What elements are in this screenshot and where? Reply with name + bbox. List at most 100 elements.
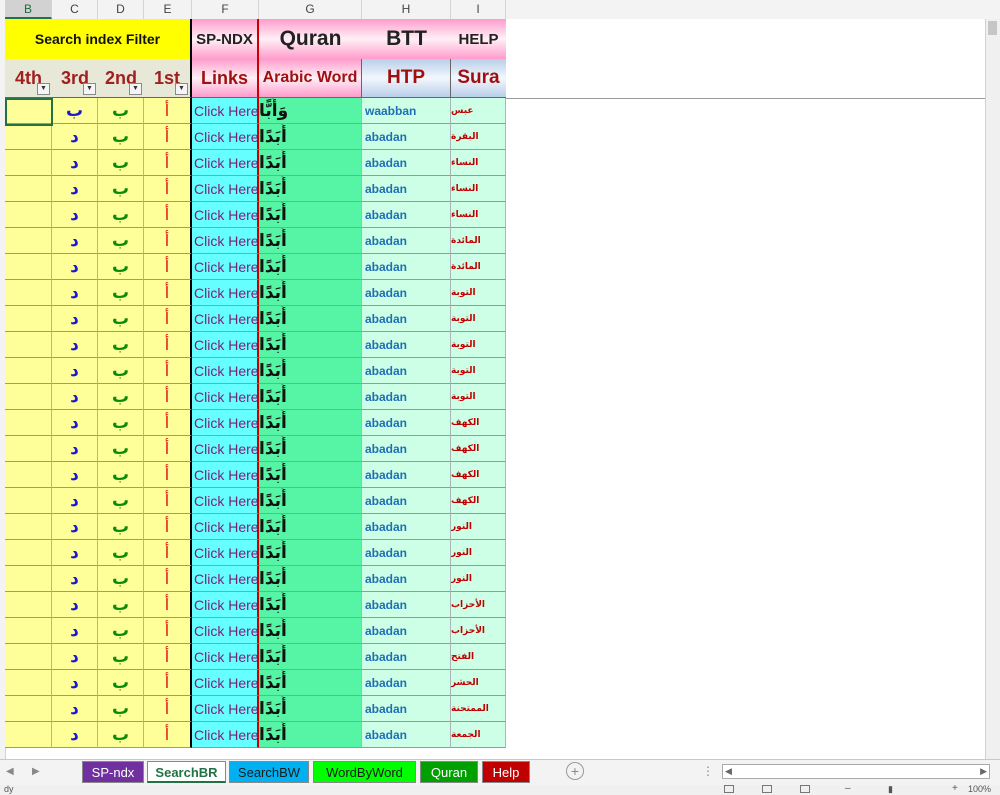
cell-arabic-word[interactable]: أَبَدًا [259,670,362,696]
zoom-in-icon[interactable]: + [952,783,958,794]
page-layout-icon[interactable] [762,785,772,793]
cell-2nd-letter[interactable]: ب [98,540,144,566]
cell-arabic-word[interactable]: أَبَدًا [259,618,362,644]
cell-1st-letter[interactable]: أ [144,540,192,566]
cell-transliteration[interactable]: abadan [362,462,451,488]
cell-3rd-letter[interactable]: د [52,618,98,644]
cell-sura[interactable]: النساء [451,202,506,228]
cell-4th-letter[interactable] [5,540,52,566]
cell-2nd-letter[interactable]: ب [98,124,144,150]
cell-arabic-word[interactable]: أَبَدًا [259,124,362,150]
scrollbar-thumb[interactable] [988,21,997,35]
cell-sura[interactable]: المائدة [451,254,506,280]
cell-4th-letter[interactable] [5,254,52,280]
click-here-link[interactable]: Click Here [192,592,259,618]
cell-4th-letter[interactable] [5,566,52,592]
cell-sura[interactable]: عبس [451,98,506,124]
sp-ndx-link[interactable]: SP-NDX [192,19,259,59]
cell-transliteration[interactable]: abadan [362,280,451,306]
cell-transliteration[interactable]: abadan [362,722,451,748]
cell-transliteration[interactable]: abadan [362,306,451,332]
column-header-c[interactable]: C [52,0,98,19]
cell-4th-letter[interactable] [5,358,52,384]
cell-2nd-letter[interactable]: ب [98,150,144,176]
cell-sura[interactable]: التوبة [451,358,506,384]
vertical-scrollbar[interactable] [985,19,1000,759]
cell-2nd-letter[interactable]: ب [98,384,144,410]
cell-3rd-letter[interactable]: د [52,176,98,202]
cell-arabic-word[interactable]: أَبَدًا [259,514,362,540]
cell-4th-letter[interactable] [5,410,52,436]
cell-arabic-word[interactable]: أَبَدًا [259,306,362,332]
cell-1st-letter[interactable]: أ [144,176,192,202]
cell-transliteration[interactable]: abadan [362,644,451,670]
cell-sura[interactable]: النساء [451,176,506,202]
cell-2nd-letter[interactable]: ب [98,514,144,540]
click-here-link[interactable]: Click Here [192,488,259,514]
cell-arabic-word[interactable]: أَبَدًا [259,332,362,358]
cell-1st-letter[interactable]: أ [144,306,192,332]
cell-transliteration[interactable]: abadan [362,566,451,592]
page-break-preview-icon[interactable] [800,785,810,793]
cell-4th-letter[interactable] [5,592,52,618]
cell-sura[interactable]: الكهف [451,410,506,436]
cell-sura[interactable]: النور [451,514,506,540]
cell-2nd-letter[interactable]: ب [98,670,144,696]
filter-dropdown-icon[interactable]: ▼ [83,83,96,95]
cell-1st-letter[interactable]: أ [144,618,192,644]
click-here-link[interactable]: Click Here [192,696,259,722]
click-here-link[interactable]: Click Here [192,644,259,670]
scroll-left-icon[interactable]: ◀ [725,765,732,778]
cell-arabic-word[interactable]: أَبَدًا [259,358,362,384]
sheet-tab-help[interactable]: Help [482,761,530,783]
horizontal-scrollbar[interactable]: ◀ ▶ [722,764,990,779]
cell-transliteration[interactable]: abadan [362,358,451,384]
cell-2nd-letter[interactable]: ب [98,98,144,124]
cell-arabic-word[interactable]: أَبَدًا [259,202,362,228]
cell-arabic-word[interactable]: أَبَدًا [259,696,362,722]
cell-3rd-letter[interactable]: د [52,306,98,332]
click-here-link[interactable]: Click Here [192,722,259,748]
click-here-link[interactable]: Click Here [192,618,259,644]
cell-1st-letter[interactable]: أ [144,280,192,306]
cell-arabic-word[interactable]: أَبَدًا [259,150,362,176]
cell-1st-letter[interactable]: أ [144,462,192,488]
cell-3rd-letter[interactable]: د [52,228,98,254]
click-here-link[interactable]: Click Here [192,150,259,176]
cell-sura[interactable]: البقرة [451,124,506,150]
cell-arabic-word[interactable]: أَبَدًا [259,566,362,592]
cell-transliteration[interactable]: abadan [362,696,451,722]
cell-sura[interactable]: الكهف [451,488,506,514]
cell-3rd-letter[interactable]: د [52,462,98,488]
cell-sura[interactable]: التوبة [451,280,506,306]
cell-sura[interactable]: الفتح [451,644,506,670]
cell-transliteration[interactable]: abadan [362,488,451,514]
cell-sura[interactable]: النساء [451,150,506,176]
cell-transliteration[interactable]: waabban [362,98,451,124]
cell-transliteration[interactable]: abadan [362,124,451,150]
cell-4th-letter[interactable] [5,306,52,332]
cell-arabic-word[interactable]: أَبَدًا [259,462,362,488]
cell-3rd-letter[interactable]: د [52,670,98,696]
cell-4th-letter[interactable] [5,280,52,306]
cell-1st-letter[interactable]: أ [144,228,192,254]
cell-arabic-word[interactable]: أَبَدًا [259,176,362,202]
cell-transliteration[interactable]: abadan [362,384,451,410]
zoom-out-icon[interactable]: – [845,783,851,794]
cell-4th-letter[interactable] [5,98,52,124]
click-here-link[interactable]: Click Here [192,670,259,696]
cell-arabic-word[interactable]: أَبَدًا [259,644,362,670]
cell-3rd-letter[interactable]: د [52,358,98,384]
cell-transliteration[interactable]: abadan [362,410,451,436]
cell-3rd-letter[interactable]: د [52,436,98,462]
column-header-f[interactable]: F [192,0,259,19]
zoom-level[interactable]: 100% [968,784,991,794]
cell-sura[interactable]: التوبة [451,306,506,332]
cell-1st-letter[interactable]: أ [144,358,192,384]
more-options-icon[interactable]: ⋮ [702,764,714,778]
filter-dropdown-icon[interactable]: ▼ [129,83,142,95]
cell-arabic-word[interactable]: أَبَدًا [259,540,362,566]
cell-4th-letter[interactable] [5,618,52,644]
sheet-tab-quran[interactable]: Quran [420,761,478,783]
cell-2nd-letter[interactable]: ب [98,488,144,514]
